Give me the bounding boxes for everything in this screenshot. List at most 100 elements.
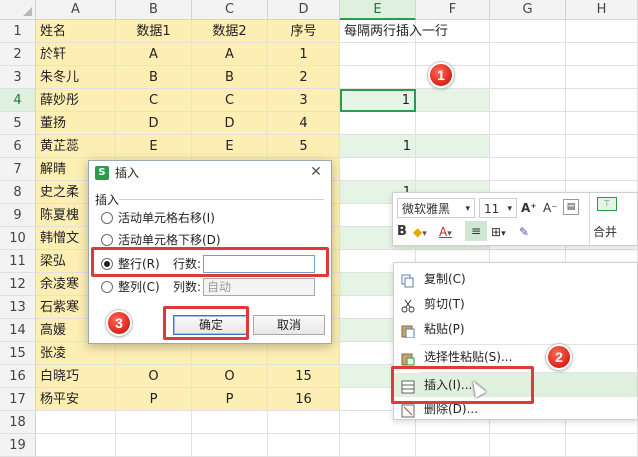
cell-a[interactable] bbox=[36, 411, 116, 434]
wrap-text-icon[interactable]: ⊤ bbox=[597, 197, 617, 211]
cell-d[interactable]: 15 bbox=[268, 365, 340, 388]
cell-b[interactable]: C bbox=[116, 89, 192, 112]
row-header[interactable]: 13 bbox=[0, 296, 36, 319]
cell-d[interactable] bbox=[268, 342, 340, 365]
cell-d[interactable]: 序号 bbox=[268, 20, 340, 43]
row-header[interactable]: 14 bbox=[0, 319, 36, 342]
clear-format-icon[interactable]: ▤ bbox=[563, 199, 579, 215]
cell-a[interactable]: 於轩 bbox=[36, 43, 116, 66]
cell-e[interactable] bbox=[340, 158, 416, 181]
cell-c[interactable] bbox=[192, 411, 268, 434]
cell-a[interactable]: 朱冬儿 bbox=[36, 66, 116, 89]
cell-d[interactable]: 1 bbox=[268, 43, 340, 66]
cell-b[interactable] bbox=[116, 342, 192, 365]
cell-h[interactable] bbox=[566, 112, 638, 135]
fill-color-icon[interactable]: ◆▾ bbox=[413, 222, 427, 242]
cell-h[interactable] bbox=[566, 434, 638, 457]
row-header[interactable]: 9 bbox=[0, 204, 36, 227]
cell-f[interactable] bbox=[416, 43, 490, 66]
row-header[interactable]: 1 bbox=[0, 20, 36, 43]
row-header[interactable]: 12 bbox=[0, 273, 36, 296]
radio-entire-column[interactable]: 整列(C) bbox=[101, 278, 160, 296]
cell-g[interactable] bbox=[490, 434, 566, 457]
menu-item-cut[interactable]: 剪切(T) bbox=[394, 292, 637, 316]
column-header-e[interactable]: E bbox=[340, 0, 416, 20]
cell-h[interactable] bbox=[566, 158, 638, 181]
cell-a[interactable]: 姓名 bbox=[36, 20, 116, 43]
cell-b[interactable]: D bbox=[116, 112, 192, 135]
merge-button[interactable]: 合并 bbox=[593, 222, 617, 242]
cell-g[interactable] bbox=[490, 66, 566, 89]
cell-d[interactable]: 16 bbox=[268, 388, 340, 411]
cell-g[interactable] bbox=[490, 43, 566, 66]
cell-g[interactable] bbox=[490, 112, 566, 135]
cell-c[interactable]: O bbox=[192, 365, 268, 388]
grow-font-button[interactable]: A⁺ bbox=[521, 198, 537, 218]
cell-h[interactable] bbox=[566, 43, 638, 66]
cell-c[interactable]: 数据2 bbox=[192, 20, 268, 43]
row-header[interactable]: 11 bbox=[0, 250, 36, 273]
cell-b[interactable]: O bbox=[116, 365, 192, 388]
cell-c[interactable] bbox=[192, 434, 268, 457]
column-header-d[interactable]: D bbox=[268, 0, 340, 20]
cell-h[interactable] bbox=[566, 66, 638, 89]
cell-e[interactable] bbox=[340, 434, 416, 457]
cell-a[interactable]: 黄芷蕊 bbox=[36, 135, 116, 158]
cell-b[interactable]: P bbox=[116, 388, 192, 411]
cell-h[interactable] bbox=[566, 135, 638, 158]
radio-shift-right[interactable]: 活动单元格右移(I) bbox=[101, 209, 215, 227]
cancel-button[interactable]: 取消 bbox=[253, 315, 325, 335]
cell-a[interactable]: 张凌 bbox=[36, 342, 116, 365]
cell-f[interactable] bbox=[416, 112, 490, 135]
cell-a[interactable] bbox=[36, 434, 116, 457]
column-header-b[interactable]: B bbox=[116, 0, 192, 20]
row-header[interactable]: 2 bbox=[0, 43, 36, 66]
row-header[interactable]: 15 bbox=[0, 342, 36, 365]
cell-c[interactable]: E bbox=[192, 135, 268, 158]
row-header[interactable]: 7 bbox=[0, 158, 36, 181]
column-header-h[interactable]: H bbox=[566, 0, 638, 20]
cell-d[interactable]: 5 bbox=[268, 135, 340, 158]
cell-b[interactable] bbox=[116, 411, 192, 434]
cell-b[interactable] bbox=[116, 434, 192, 457]
row-header[interactable]: 5 bbox=[0, 112, 36, 135]
row-header[interactable]: 4 bbox=[0, 89, 36, 112]
cell-a[interactable]: 白晓巧 bbox=[36, 365, 116, 388]
row-header[interactable]: 16 bbox=[0, 365, 36, 388]
align-center-icon[interactable]: ≡ bbox=[465, 221, 487, 241]
row-header[interactable]: 6 bbox=[0, 135, 36, 158]
cell-h[interactable] bbox=[566, 20, 638, 43]
cell-d[interactable] bbox=[268, 434, 340, 457]
cell-b[interactable]: E bbox=[116, 135, 192, 158]
dialog-title-bar[interactable]: S 插入 ✕ bbox=[89, 161, 331, 185]
column-header-a[interactable]: A bbox=[36, 0, 116, 20]
cell-c[interactable]: C bbox=[192, 89, 268, 112]
close-icon[interactable]: ✕ bbox=[307, 162, 325, 182]
row-header[interactable]: 8 bbox=[0, 181, 36, 204]
cell-a[interactable]: 董扬 bbox=[36, 112, 116, 135]
cell-f[interactable] bbox=[416, 135, 490, 158]
row-header[interactable]: 3 bbox=[0, 66, 36, 89]
cell-b[interactable]: B bbox=[116, 66, 192, 89]
cell-g[interactable] bbox=[490, 89, 566, 112]
cell-c[interactable]: D bbox=[192, 112, 268, 135]
borders-icon[interactable]: ⊞▾ bbox=[491, 222, 506, 242]
cell-f[interactable] bbox=[416, 158, 490, 181]
cell-e[interactable]: 1 bbox=[340, 89, 416, 112]
row-header[interactable]: 19 bbox=[0, 434, 36, 457]
cell-e[interactable] bbox=[340, 43, 416, 66]
cell-c[interactable]: A bbox=[192, 43, 268, 66]
cell-e[interactable] bbox=[340, 66, 416, 89]
cell-f[interactable] bbox=[416, 89, 490, 112]
cell-b[interactable]: 数据1 bbox=[116, 20, 192, 43]
cell-b[interactable]: A bbox=[116, 43, 192, 66]
row-header[interactable]: 10 bbox=[0, 227, 36, 250]
font-name-box[interactable]: 微软雅黑 ▾ bbox=[397, 198, 475, 218]
cell-h[interactable] bbox=[566, 89, 638, 112]
menu-item-copy[interactable]: 复制(C) bbox=[394, 267, 637, 291]
cell-e[interactable]: 每隔两行插入一行 bbox=[340, 20, 448, 43]
format-painter-icon[interactable]: ✎ bbox=[519, 222, 529, 242]
row-header[interactable]: 17 bbox=[0, 388, 36, 411]
cell-d[interactable]: 2 bbox=[268, 66, 340, 89]
font-color-button[interactable]: A▾ bbox=[439, 222, 452, 242]
